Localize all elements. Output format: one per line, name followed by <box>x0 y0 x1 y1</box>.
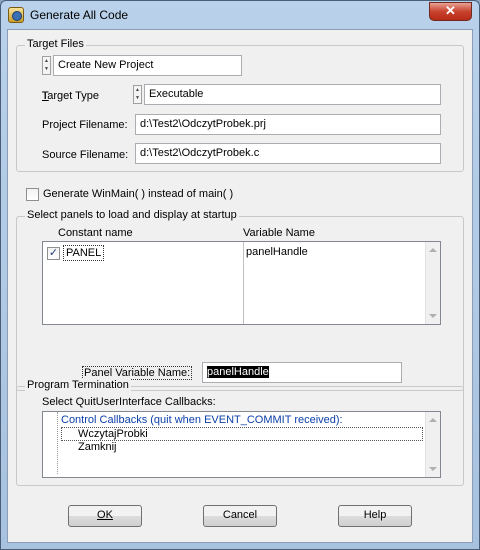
dialog-client: Target Files ▲ ▼ Create New Project TTarg… <box>7 29 473 543</box>
project-mode-spinner-icon[interactable]: ▲ ▼ <box>42 56 51 75</box>
source-filename-label: Source Filename: <box>42 149 129 161</box>
target-files-legend: Target Files <box>25 38 86 50</box>
close-button[interactable]: ✕ <box>429 2 472 21</box>
ok-button[interactable]: OK <box>68 505 142 527</box>
winmain-label[interactable]: Generate WinMain( ) instead of main( ) <box>43 188 233 200</box>
panels-list[interactable]: ✓ PANEL panelHandle <box>42 241 441 325</box>
app-icon <box>8 7 24 23</box>
callbacks-header: Control Callbacks (quit when EVENT_COMMI… <box>61 414 343 426</box>
ok-button-label: OK <box>97 509 113 521</box>
constant-name-header: Constant name <box>58 227 133 239</box>
panel-variable-name-field[interactable]: panelHandle <box>202 362 402 383</box>
termination-legend: Program Termination <box>25 379 131 391</box>
column-divider <box>243 242 244 324</box>
scroll-up-icon[interactable] <box>429 248 437 252</box>
panel-constant-cell[interactable]: PANEL <box>63 245 105 261</box>
panel-variable-selected-text: panelHandle <box>207 366 269 378</box>
scroll-down-icon[interactable] <box>429 467 437 471</box>
project-filename-label: Project Filename: <box>42 119 128 131</box>
target-type-label-text: Target Type <box>41 90 100 102</box>
target-type-spinner-icon[interactable]: ▲ ▼ <box>133 85 142 104</box>
scroll-up-icon[interactable] <box>429 418 437 422</box>
termination-group: Program Termination Select QuitUserInter… <box>16 379 464 486</box>
target-files-group: Target Files ▲ ▼ Create New Project TTarg… <box>16 38 464 172</box>
callbacks-scrollbar[interactable] <box>425 412 440 477</box>
list-item[interactable]: Zamknij <box>78 441 117 453</box>
window-title: Generate All Code <box>30 8 129 22</box>
source-filename-field[interactable]: d:\Test2\OdczytProbek.c <box>135 143 441 164</box>
target-type-label: TTarget Type <box>41 90 100 102</box>
panel-variable-name-label: Panel Variable Name: <box>82 366 193 380</box>
quit-callbacks-label: Select QuitUserInterface Callbacks: <box>42 396 216 408</box>
panels-group: Select panels to load and display at sta… <box>16 209 464 391</box>
tree-line <box>57 412 59 474</box>
panel-row-checkbox[interactable]: ✓ <box>47 247 60 260</box>
scroll-down-icon[interactable] <box>429 314 437 318</box>
project-filename-field[interactable]: d:\Test2\OdczytProbek.prj <box>135 114 441 135</box>
panels-scrollbar[interactable] <box>425 242 440 324</box>
winmain-checkbox[interactable] <box>26 188 39 201</box>
dialog-window: Generate All Code ✕ Target Files ▲ ▼ Crea… <box>0 0 480 550</box>
variable-name-header: Variable Name <box>243 227 315 239</box>
cancel-button[interactable]: Cancel <box>203 505 277 527</box>
panel-variable-cell[interactable]: panelHandle <box>246 246 308 258</box>
help-button[interactable]: Help <box>338 505 412 527</box>
panels-legend: Select panels to load and display at sta… <box>25 209 239 221</box>
callbacks-list[interactable]: Control Callbacks (quit when EVENT_COMMI… <box>42 411 441 478</box>
target-type-field[interactable]: Executable <box>144 84 441 105</box>
title-bar[interactable]: Generate All Code ✕ <box>1 1 479 29</box>
list-item[interactable]: WczytajProbki <box>61 427 423 441</box>
project-mode-field[interactable]: Create New Project <box>53 55 242 76</box>
